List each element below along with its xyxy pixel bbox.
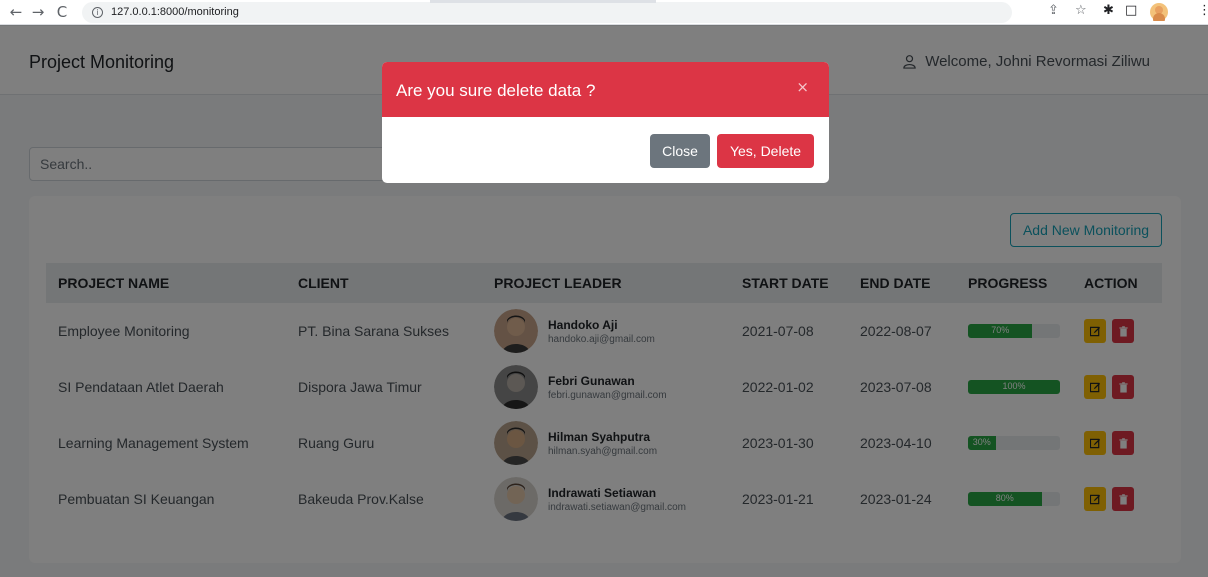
back-icon[interactable]: ←	[6, 2, 26, 22]
window-icon[interactable]: □	[1125, 3, 1137, 18]
tab-strip	[430, 0, 656, 3]
site-info-icon[interactable]: i	[92, 6, 103, 18]
browser-toolbar: ← → C i 127.0.0.1:8000/monitoring ⇪ ☆ ✱ …	[0, 0, 1208, 25]
extensions-icon[interactable]: ✱	[1103, 3, 1114, 18]
modal-title: Are you sure delete data ?	[396, 81, 596, 100]
bookmark-star-icon[interactable]: ☆	[1075, 3, 1087, 18]
modal-header: Are you sure delete data ? ×	[382, 62, 829, 117]
reload-icon[interactable]: C	[52, 2, 72, 22]
forward-icon[interactable]: →	[28, 2, 48, 22]
profile-avatar-icon[interactable]	[1150, 3, 1168, 25]
url-text: 127.0.0.1:8000/monitoring	[111, 6, 239, 18]
close-icon[interactable]: ×	[796, 78, 809, 96]
close-button[interactable]: Close	[650, 134, 710, 168]
modal-footer: Close Yes, Delete	[382, 117, 829, 183]
menu-icon[interactable]: ⋮	[1198, 3, 1208, 18]
delete-confirm-modal: Are you sure delete data ? × Close Yes, …	[382, 62, 829, 183]
confirm-delete-button[interactable]: Yes, Delete	[717, 134, 814, 168]
share-icon[interactable]: ⇪	[1048, 3, 1059, 18]
address-bar[interactable]: i 127.0.0.1:8000/monitoring	[82, 1, 1012, 23]
